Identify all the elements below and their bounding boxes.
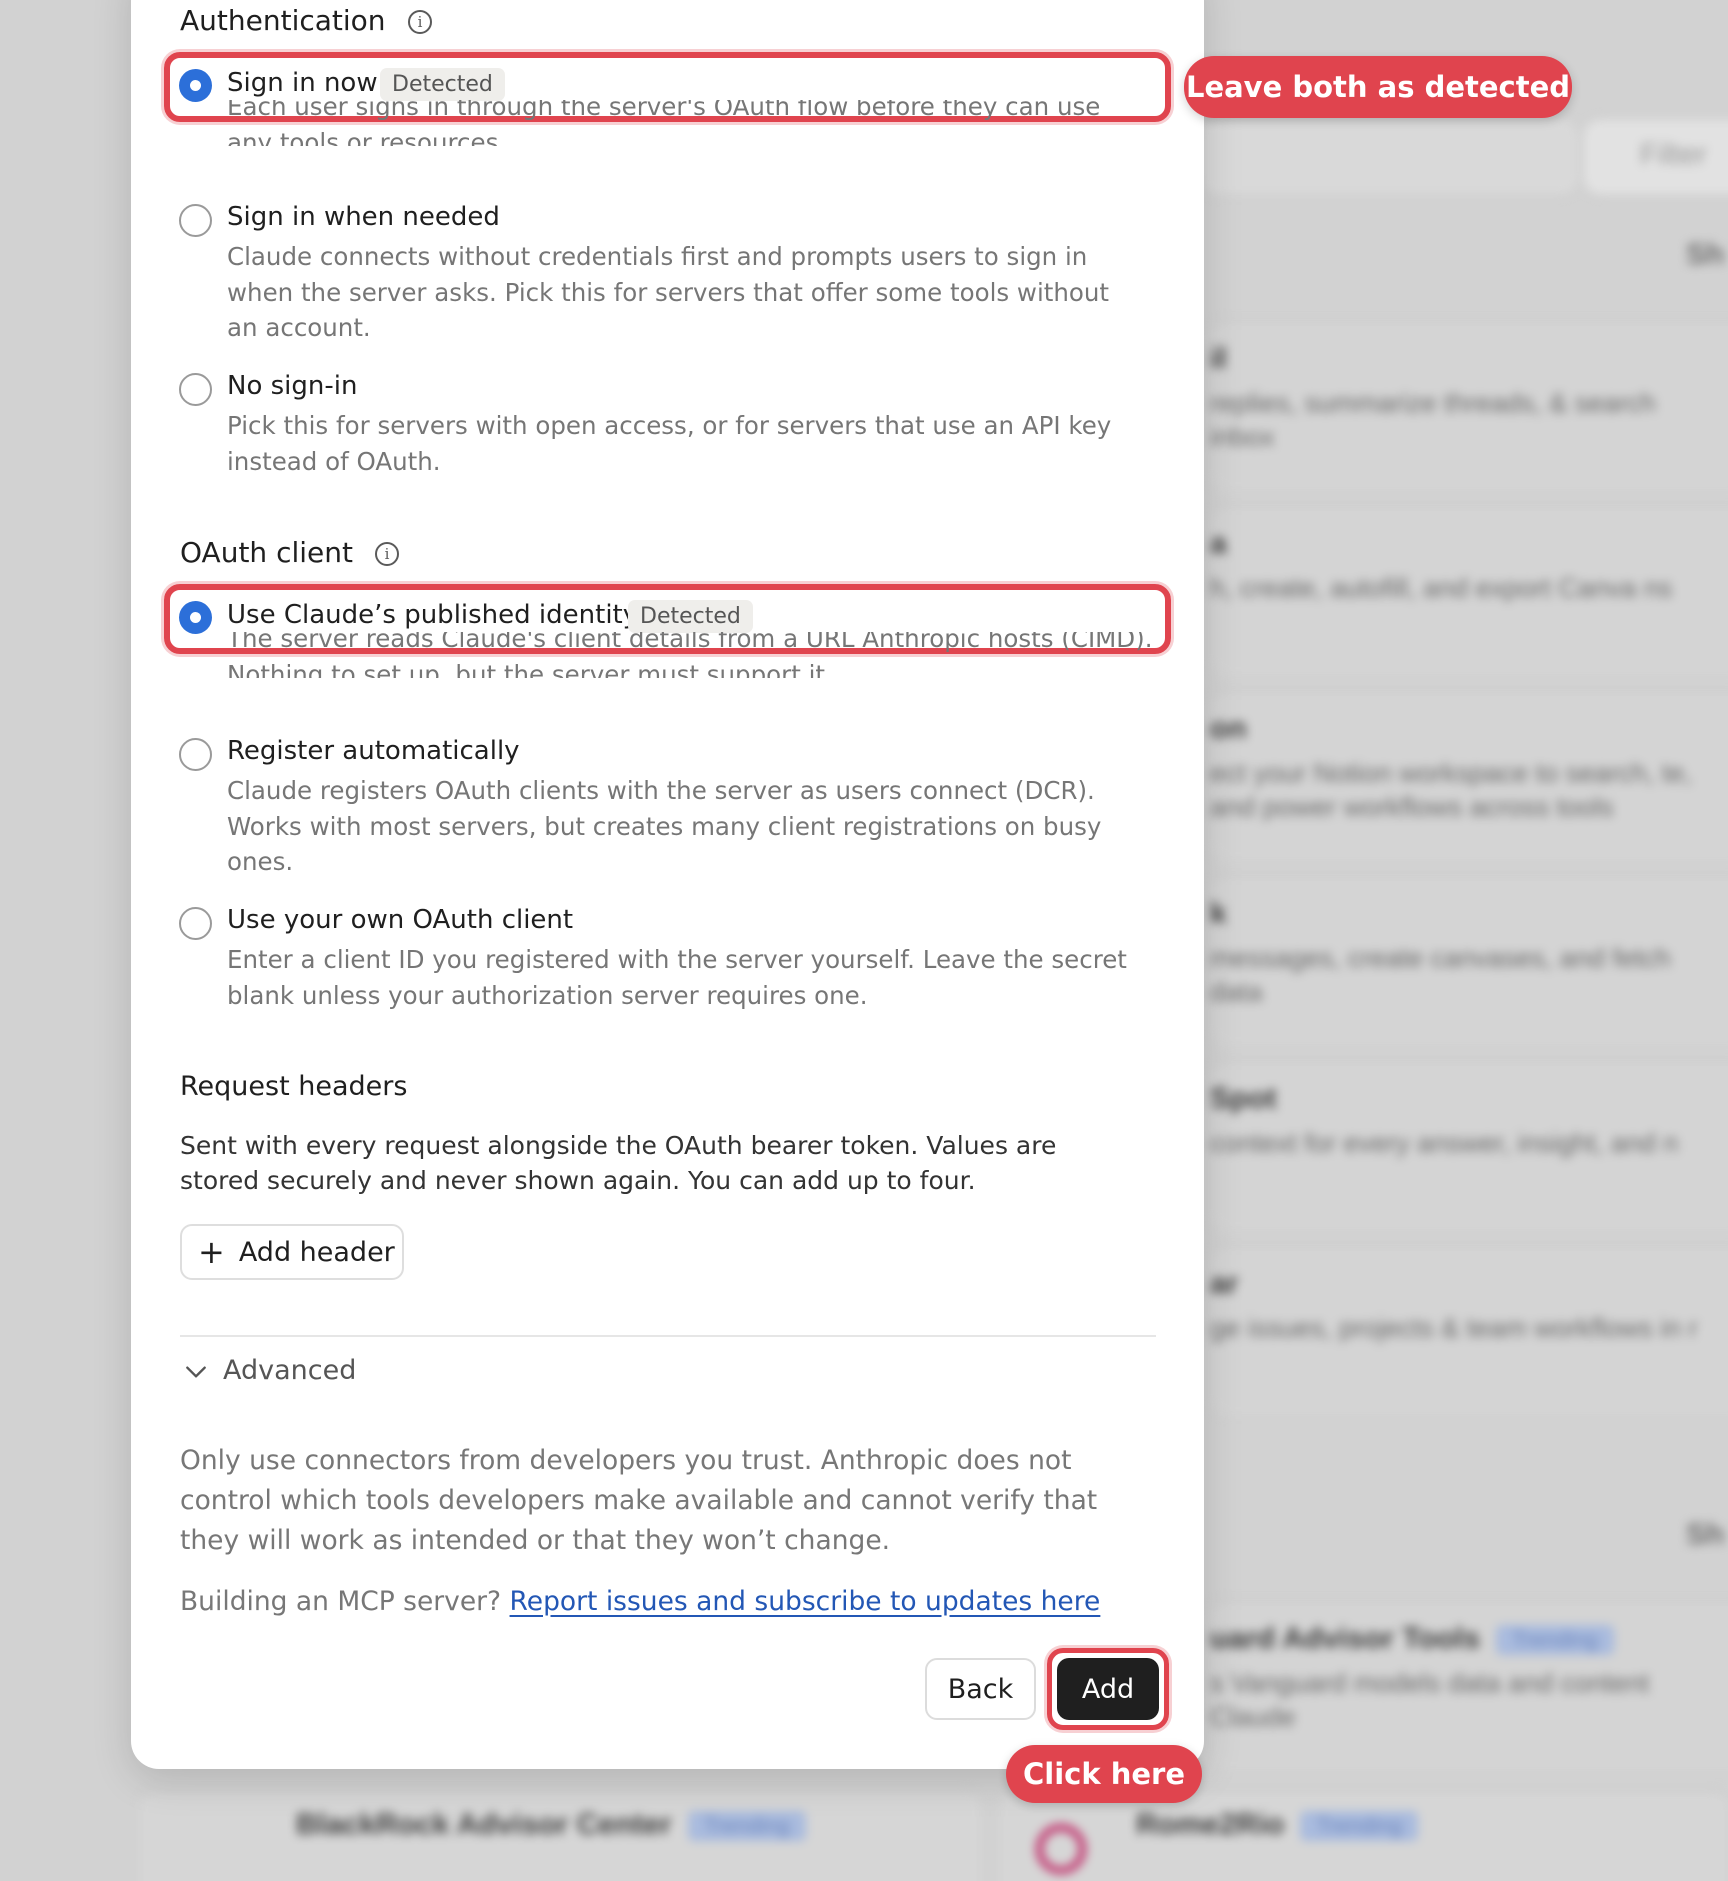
background-bottom-card-title-text: BlackRock Advisor Center bbox=[296, 1808, 672, 1841]
background-card: Spot context for every answer, insight, … bbox=[1210, 1060, 1728, 1230]
info-icon[interactable]: i bbox=[408, 10, 432, 34]
background-card-title: on bbox=[1210, 712, 1247, 745]
radio-no-sign-in[interactable] bbox=[179, 373, 212, 406]
radio-own-oauth-client[interactable] bbox=[179, 907, 212, 940]
radio-published-identity[interactable] bbox=[179, 601, 212, 634]
radio-sign-in-when-needed[interactable] bbox=[179, 204, 212, 237]
background-card-desc: h, create, autofill, and export Canva ns bbox=[1210, 573, 1673, 603]
oauth-client-title: OAuth client bbox=[180, 536, 353, 569]
background-trending-tag: Trending bbox=[1300, 1811, 1419, 1842]
background-card: a h, create, autofill, and export Canva … bbox=[1210, 505, 1728, 675]
background-card-title: ar bbox=[1210, 1267, 1239, 1300]
background-card-desc: ect your Notion workspace to search, te,… bbox=[1210, 758, 1692, 822]
option-label[interactable]: Sign in now bbox=[227, 68, 378, 98]
background-section-heading: Sh bbox=[1686, 238, 1725, 271]
option-label[interactable]: Sign in when needed bbox=[227, 202, 500, 232]
detected-badge: Detected bbox=[628, 600, 753, 633]
advanced-label: Advanced bbox=[223, 1355, 357, 1386]
option-label[interactable]: Use Claude’s published identity bbox=[227, 600, 638, 630]
option-description: Claude registers OAuth clients with the … bbox=[227, 776, 1102, 876]
section-divider bbox=[180, 1335, 1156, 1337]
chevron-down-icon bbox=[186, 1366, 206, 1378]
option-description: Each user signs in through the server's … bbox=[227, 100, 1127, 146]
add-header-button[interactable]: + Add header bbox=[180, 1224, 404, 1280]
background-card: uard Advisor Tools Trending s Vanguard mo… bbox=[1210, 1600, 1728, 1770]
background-trending-tag: Trending bbox=[687, 1811, 806, 1842]
background-bottom-card-title: BlackRock Advisor Center Trending bbox=[296, 1808, 806, 1842]
option-label[interactable]: Use your own OAuth client bbox=[227, 905, 573, 935]
add-button[interactable]: Add bbox=[1057, 1658, 1159, 1720]
advanced-toggle[interactable]: Advanced bbox=[183, 1347, 383, 1397]
back-button[interactable]: Back bbox=[925, 1658, 1036, 1720]
background-card: on ect your Notion workspace to search, … bbox=[1210, 690, 1728, 860]
background-card-desc: messages, create canvases, and fetch dat… bbox=[1210, 943, 1671, 1007]
background-card-desc: replies, summarize threads, & search inb… bbox=[1210, 388, 1656, 452]
callout-click-here: Click here bbox=[1006, 1745, 1202, 1803]
option-description: Claude connects without credentials firs… bbox=[227, 242, 1110, 342]
option-description: The server reads Claude's client details… bbox=[227, 632, 1187, 678]
plus-icon: + bbox=[198, 1233, 225, 1271]
report-issues-link[interactable]: Report issues and subscribe to updates h… bbox=[510, 1586, 1101, 1617]
option-description: Enter a client ID you registered with th… bbox=[227, 945, 1127, 1010]
background-card: ar ge issues, projects & team workflows … bbox=[1210, 1245, 1728, 1415]
option-description-text: Each user signs in through the server's … bbox=[227, 100, 1101, 146]
background-card: il replies, summarize threads, & search … bbox=[1210, 320, 1728, 490]
radio-sign-in-now[interactable] bbox=[179, 69, 212, 102]
option-description: Pick this for servers with open access, … bbox=[227, 411, 1112, 476]
info-icon[interactable]: i bbox=[375, 542, 399, 566]
authentication-title: Authentication bbox=[180, 4, 386, 37]
background-bottom-card-title-text: Rome2Rio bbox=[1136, 1808, 1285, 1841]
background-card-desc: context for every answer, insight, and n bbox=[1210, 1128, 1679, 1158]
background-section-heading: Sh bbox=[1686, 1518, 1725, 1551]
background-trending-tag: Trending bbox=[1496, 1625, 1615, 1656]
trust-notice: Only use connectors from developers you … bbox=[180, 1445, 1098, 1556]
background-card-title: il bbox=[1210, 342, 1227, 375]
background-card-title: a bbox=[1210, 527, 1227, 560]
background-card-title: uard Advisor Tools Trending bbox=[1210, 1622, 1615, 1656]
request-headers-description: Sent with every request alongside the OA… bbox=[180, 1131, 1057, 1195]
callout-leave-detected: Leave both as detected bbox=[1184, 56, 1572, 118]
option-label[interactable]: Register automatically bbox=[227, 736, 520, 766]
request-headers-title: Request headers bbox=[180, 1071, 408, 1102]
connector-config-modal: Authentication i Sign in now Detected Ea… bbox=[131, 0, 1204, 1769]
background-card-title: Spot bbox=[1210, 1082, 1277, 1115]
background-card-title: k bbox=[1210, 897, 1227, 930]
background-card-desc: s Vanguard models data and content Claud… bbox=[1210, 1668, 1650, 1732]
background-filter-label: Filter bbox=[1640, 138, 1707, 171]
background-app-logo-icon bbox=[1036, 1824, 1086, 1874]
background-bottom-card-title: Rome2Rio Trending bbox=[1136, 1808, 1419, 1842]
detected-badge: Detected bbox=[380, 68, 505, 101]
background-card: k messages, create canvases, and fetch d… bbox=[1210, 875, 1728, 1045]
background-card-title-text: uard Advisor Tools bbox=[1210, 1622, 1481, 1655]
option-description-text: The server reads Claude's client details… bbox=[227, 632, 1153, 678]
radio-register-automatically[interactable] bbox=[179, 738, 212, 771]
mcp-prompt: Building an MCP server? bbox=[180, 1586, 502, 1617]
add-header-label: Add header bbox=[238, 1236, 395, 1268]
background-card-desc: ge issues, projects & team workflows in … bbox=[1210, 1313, 1698, 1343]
option-label[interactable]: No sign-in bbox=[227, 371, 357, 401]
mcp-prompt-line: Building an MCP server? Report issues an… bbox=[180, 1586, 1100, 1617]
background-search-box bbox=[1200, 118, 1580, 196]
